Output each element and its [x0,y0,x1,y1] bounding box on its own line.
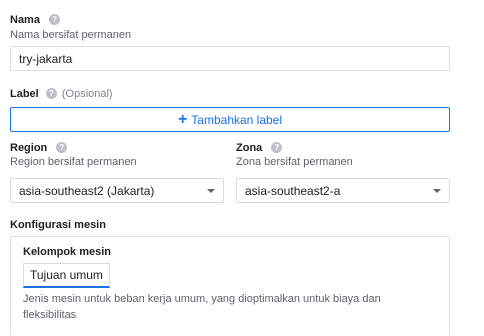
zone-helper: Zona bersifat permanen [236,156,353,168]
labels-optional: (Opsional) [61,88,113,100]
add-label-button-text: Tambahkan label [191,112,283,127]
machine-family-label: Kelompok mesin [23,246,112,258]
name-input[interactable]: try-jakarta [10,46,450,71]
add-label-button[interactable]: + Tambahkan label [10,107,450,132]
help-icon[interactable]: ? [271,141,283,153]
region-label: Region [10,142,48,154]
name-label: Nama [10,14,40,26]
zone-label-row: Zona ? [236,141,283,154]
machine-config-title: Konfigurasi mesin [10,219,106,231]
region-label-row: Region ? [10,141,68,154]
machine-family-tab-label: Tujuan umum [30,268,103,282]
help-icon[interactable]: ? [45,87,57,99]
labels-label: Label [10,88,39,100]
plus-icon: + [177,110,188,128]
help-icon[interactable]: ? [49,13,61,25]
region-helper: Region bersifat permanen [10,156,137,168]
chevron-down-icon [207,189,215,193]
chevron-down-icon [433,189,441,193]
zone-select-value: asia-southeast2-a [245,184,341,198]
name-label-row: Nama ? [10,13,61,26]
region-select[interactable]: asia-southeast2 (Jakarta) [10,178,224,203]
machine-family-description: Jenis mesin untuk beban kerja umum, yang… [23,293,381,321]
labels-label-row: Label ? (Opsional) [10,87,113,100]
help-icon[interactable]: ? [56,141,68,153]
machine-family-tab-selected[interactable]: Tujuan umum [23,263,110,288]
name-input-value: try-jakarta [19,52,73,66]
region-select-value: asia-southeast2 (Jakarta) [19,184,155,198]
machine-config-card: Kelompok mesin Tujuan umum Jenis mesin u… [10,236,450,336]
zone-label: Zona [236,142,263,154]
name-helper: Nama bersifat permanen [10,29,132,41]
zone-select[interactable]: asia-southeast2-a [236,178,450,203]
